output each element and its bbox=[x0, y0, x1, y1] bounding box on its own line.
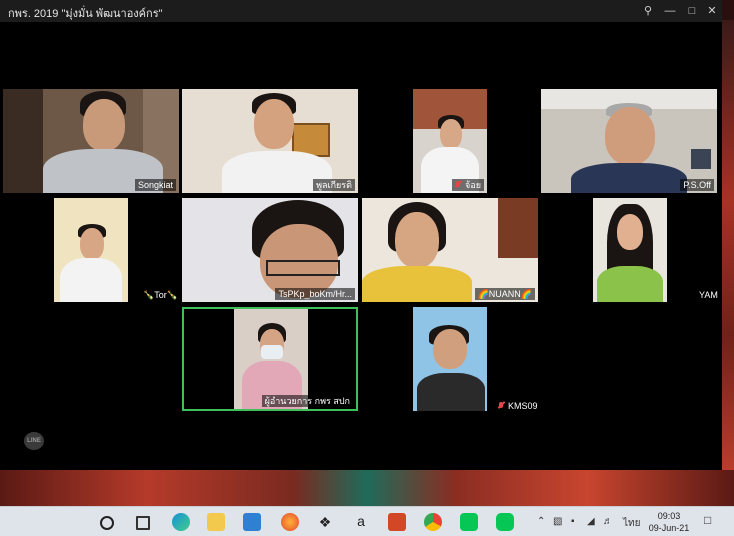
participant-name: YAM bbox=[699, 290, 718, 300]
edge-icon[interactable] bbox=[172, 513, 190, 531]
participant-name: ผู้อำนวยการ กพร สปก bbox=[261, 395, 353, 407]
window-frame bbox=[498, 198, 538, 258]
firefox-icon[interactable] bbox=[281, 513, 299, 531]
line-logo: LINE bbox=[24, 432, 44, 450]
title-bar: กพร. 2019 "มุ่งมั่น พัฒนาองค์กร" ⚲ — □ ✕ bbox=[0, 0, 722, 22]
participant-tile[interactable]: P.S.Off bbox=[541, 89, 717, 193]
participant-name: Songkiat bbox=[134, 179, 176, 191]
participant-tile[interactable]: Songkiat bbox=[3, 89, 179, 193]
participant-name: P.S.Off bbox=[680, 179, 714, 191]
desktop-wallpaper bbox=[0, 470, 734, 506]
video-object bbox=[691, 149, 711, 169]
desktop-wallpaper-edge bbox=[722, 20, 734, 470]
chevron-up-icon[interactable]: ⌃ bbox=[537, 516, 545, 527]
participant-tile[interactable] bbox=[54, 198, 128, 302]
line-call-icon[interactable] bbox=[496, 513, 514, 531]
notification-icon[interactable]: □ bbox=[704, 513, 711, 527]
participant-name: พูลเกียรติ bbox=[313, 179, 355, 191]
search-circle-icon[interactable] bbox=[100, 516, 114, 530]
participant-name: จ้อย bbox=[452, 179, 484, 191]
minimize-button[interactable]: — bbox=[662, 3, 678, 19]
participant-tile[interactable]: จ้อย bbox=[413, 89, 487, 193]
microphone-icon[interactable]: ▪ bbox=[571, 516, 575, 527]
participant-tile-active-speaker[interactable]: ผู้อำนวยการ กพร สปก bbox=[182, 307, 358, 411]
video-call-window: กพร. 2019 "มุ่งมั่น พัฒนาองค์กร" ⚲ — □ ✕… bbox=[0, 0, 722, 470]
file-explorer-icon[interactable] bbox=[207, 513, 225, 531]
chrome-icon[interactable] bbox=[424, 513, 442, 531]
video-background bbox=[3, 89, 43, 193]
muted-mic-icon bbox=[498, 402, 505, 410]
close-button[interactable]: ✕ bbox=[704, 3, 720, 19]
pin-icon[interactable]: ⚲ bbox=[640, 3, 656, 19]
participant-tile[interactable] bbox=[413, 307, 487, 411]
participant-tile[interactable] bbox=[593, 198, 667, 302]
clock-time: 09:03 bbox=[657, 511, 681, 521]
language-indicator[interactable]: ไทย bbox=[623, 516, 640, 531]
taskbar: ❖ a ⌃ ▧ ▪ ◢ ♬ ไทย 09:03 09-Jun-21 □ bbox=[0, 506, 734, 536]
clock-date: 09-Jun-21 bbox=[648, 523, 690, 533]
participant-tile[interactable]: 🌈NUANN🌈 bbox=[362, 198, 538, 302]
muted-mic-icon bbox=[455, 181, 462, 189]
volume-icon[interactable]: ♬ bbox=[603, 516, 613, 527]
network-icon[interactable]: ▧ bbox=[553, 516, 562, 527]
task-view-icon[interactable] bbox=[136, 516, 150, 530]
participant-name: 🍾Tor🍾 bbox=[143, 290, 178, 300]
glasses bbox=[266, 260, 340, 276]
participant-name: TsPKp_boKm/Hr... bbox=[275, 288, 355, 300]
amazon-icon[interactable]: a bbox=[352, 513, 370, 531]
dropbox-icon[interactable]: ❖ bbox=[316, 513, 334, 531]
line-icon[interactable] bbox=[460, 513, 478, 531]
clock[interactable]: 09:03 09-Jun-21 bbox=[648, 510, 690, 534]
participant-name: KMS09 bbox=[495, 400, 541, 412]
powerpoint-icon[interactable] bbox=[388, 513, 406, 531]
wifi-icon[interactable]: ◢ bbox=[587, 516, 595, 527]
participant-tile[interactable]: TsPKp_boKm/Hr... bbox=[182, 198, 358, 302]
mail-icon[interactable] bbox=[243, 513, 261, 531]
maximize-button[interactable]: □ bbox=[684, 3, 700, 19]
participant-name: 🌈NUANN🌈 bbox=[474, 288, 535, 300]
window-title: กพร. 2019 "มุ่งมั่น พัฒนาองค์กร" bbox=[8, 8, 163, 20]
face-mask bbox=[261, 345, 283, 359]
participant-tile[interactable]: พูลเกียรติ bbox=[182, 89, 358, 193]
